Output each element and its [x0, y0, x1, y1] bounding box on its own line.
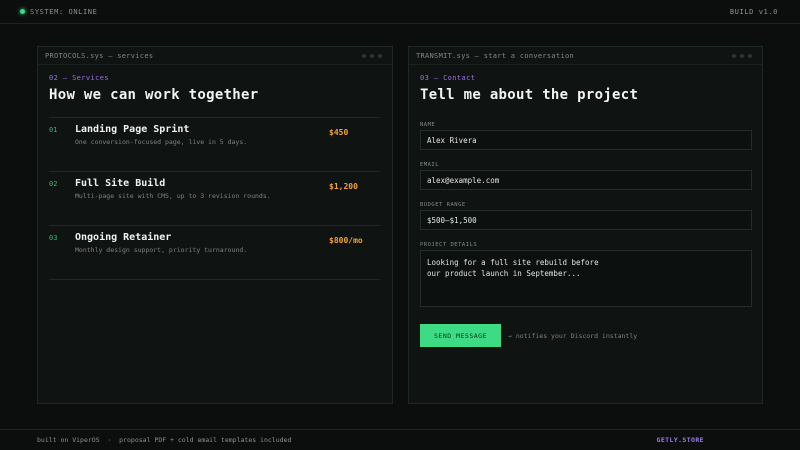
name-input[interactable] [420, 130, 752, 150]
window-dot-icon[interactable] [362, 53, 366, 58]
status-dot-icon [20, 9, 25, 14]
contact-window-title: TRANSMIT.sys — start a conversation [416, 51, 575, 60]
window-dot-icon[interactable] [740, 53, 744, 58]
email-input[interactable] [420, 170, 752, 190]
services-section-tag: 02 — Services [49, 74, 109, 82]
services-section-title: How we can work together [49, 87, 259, 103]
service-price: $800/mo [329, 236, 363, 245]
service-item[interactable]: 02 Full Site Build Multi-page site with … [49, 172, 380, 226]
send-message-button[interactable]: SEND MESSAGE [420, 324, 501, 347]
project-details-label: PROJECT DETAILS [420, 242, 478, 248]
service-item[interactable]: 03 Ongoing Retainer Monthly design suppo… [49, 226, 380, 280]
service-number: 03 [49, 234, 58, 242]
service-price: $450 [329, 128, 349, 137]
contact-section-tag: 03 — Contact [420, 74, 476, 82]
service-name: Landing Page Sprint [75, 124, 190, 135]
service-description: Monthly design support, priority turnaro… [75, 246, 248, 254]
window-dot-icon[interactable] [378, 53, 382, 58]
services-list: 01 Landing Page Sprint One conversion-fo… [49, 117, 380, 280]
service-name: Ongoing Retainer [75, 232, 172, 243]
footer-credits: built on ViperOS · proposal PDF + cold e… [37, 436, 292, 444]
budget-label: BUDGET RANGE [420, 202, 466, 208]
services-panel: PROTOCOLS.sys — services 02 — Services H… [37, 46, 393, 404]
service-number: 02 [49, 180, 58, 188]
service-name: Full Site Build [75, 178, 166, 189]
build-version: BUILD v1.0 [729, 7, 778, 16]
window-controls [362, 53, 382, 58]
send-note: → notifies your Discord instantly [508, 332, 638, 340]
top-bar: SYSTEM: ONLINE BUILD v1.0 [0, 0, 800, 24]
budget-input[interactable] [420, 210, 752, 230]
service-description: Multi-page site with CMS, up to 3 revisi… [75, 192, 271, 200]
window-dot-icon[interactable] [748, 53, 752, 58]
footer: built on ViperOS · proposal PDF + cold e… [0, 429, 800, 450]
contact-panel: TRANSMIT.sys — start a conversation 03 —… [408, 46, 763, 404]
contact-section-title: Tell me about the project [420, 87, 639, 103]
service-number: 01 [49, 126, 58, 134]
name-label: NAME [420, 122, 436, 128]
project-details-textarea[interactable] [420, 250, 752, 307]
footer-brand-link[interactable]: GETLY.STORE [657, 436, 704, 444]
service-item[interactable]: 01 Landing Page Sprint One conversion-fo… [49, 118, 380, 172]
service-description: One conversion-focused page, live in 5 d… [75, 138, 248, 146]
window-controls [732, 53, 752, 58]
window-dot-icon[interactable] [370, 53, 374, 58]
window-dot-icon[interactable] [732, 53, 736, 58]
contact-window-header: TRANSMIT.sys — start a conversation [409, 47, 762, 65]
services-window-header: PROTOCOLS.sys — services [38, 47, 392, 65]
email-label: EMAIL [420, 162, 440, 168]
system-status-text: SYSTEM: ONLINE [30, 7, 98, 16]
service-price: $1,200 [329, 182, 358, 191]
system-status: SYSTEM: ONLINE [20, 8, 97, 16]
services-window-title: PROTOCOLS.sys — services [45, 51, 154, 60]
